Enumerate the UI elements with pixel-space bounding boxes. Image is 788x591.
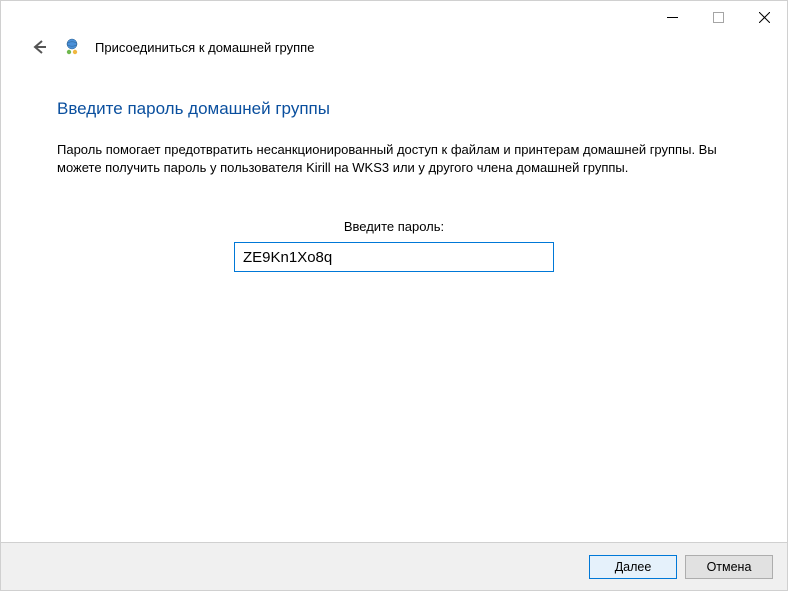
page-heading: Введите пароль домашней группы <box>57 99 731 119</box>
minimize-button[interactable] <box>649 3 695 31</box>
close-button[interactable] <box>741 3 787 31</box>
back-button[interactable] <box>29 37 49 57</box>
password-input[interactable] <box>234 242 554 272</box>
description-text: Пароль помогает предотвратить несанкцион… <box>57 141 731 177</box>
maximize-button <box>695 3 741 31</box>
header: Присоединиться к домашней группе <box>1 33 787 67</box>
form-area: Введите пароль: <box>57 219 731 272</box>
cancel-button[interactable]: Отмена <box>685 555 773 579</box>
homegroup-icon <box>63 38 81 56</box>
password-label: Введите пароль: <box>57 219 731 234</box>
next-button[interactable]: Далее <box>589 555 677 579</box>
content-area: Введите пароль домашней группы Пароль по… <box>1 67 787 272</box>
window-title: Присоединиться к домашней группе <box>95 40 314 55</box>
titlebar <box>1 1 787 33</box>
footer: Далее Отмена <box>1 542 787 590</box>
window-controls <box>649 3 787 31</box>
